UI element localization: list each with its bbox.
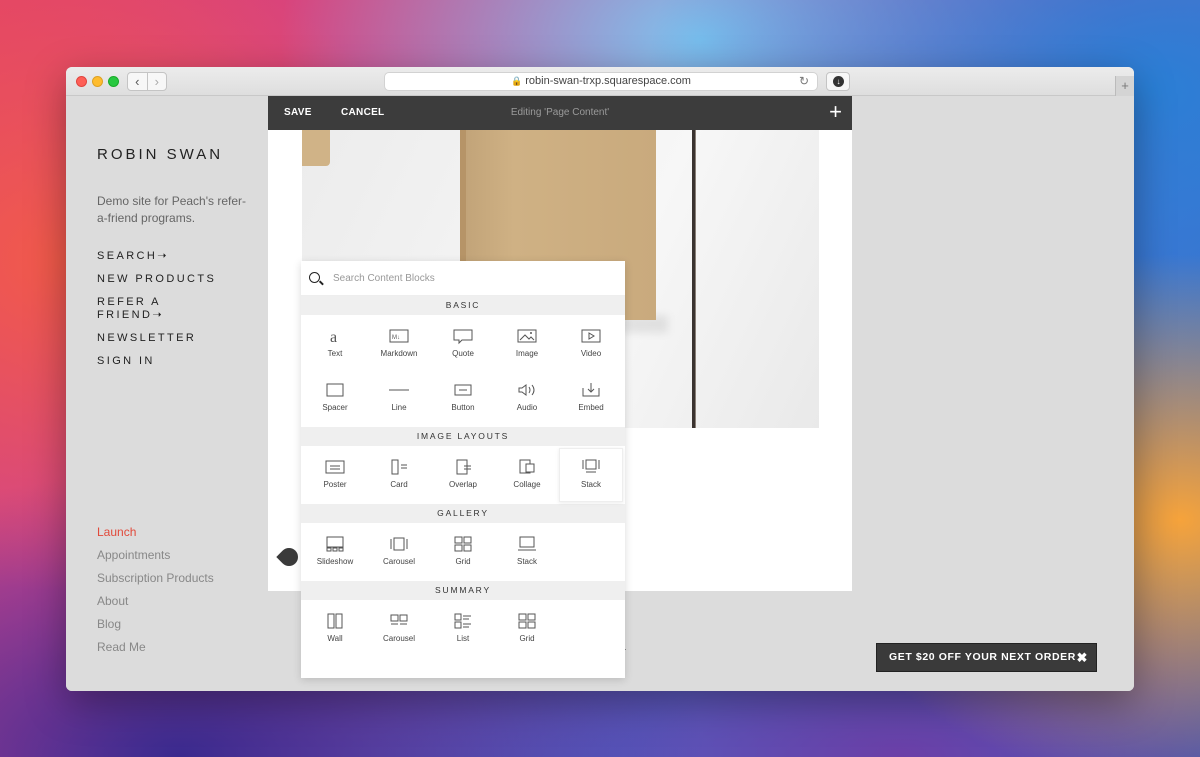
line-icon (389, 389, 409, 391)
url-text: robin-swan-trxp.squarespace.com (525, 75, 691, 87)
nav-read-me[interactable]: Read Me (97, 640, 214, 654)
nav-new-products[interactable]: NEW PRODUCTS (97, 273, 257, 286)
block-audio[interactable]: Audio (495, 371, 559, 425)
summary-carousel-icon (390, 614, 408, 625)
nav-search[interactable]: SEARCH➝ (97, 250, 257, 263)
picker-search (301, 261, 625, 296)
address-bar[interactable]: 🔒 robin-swan-trxp.squarespace.com ↻ (384, 72, 818, 91)
section-header-basic: BASIC (301, 296, 625, 315)
block-image[interactable]: Image (495, 317, 559, 371)
slideshow-icon (326, 536, 344, 552)
stack-gallery-icon (518, 536, 536, 551)
section-header-gallery: GALLERY (301, 504, 625, 523)
block-card[interactable]: Card (367, 448, 431, 502)
block-spacer[interactable]: Spacer (303, 371, 367, 425)
block-stack-gallery[interactable]: Stack (495, 525, 559, 579)
image-icon (517, 329, 537, 343)
nav-subscription-products[interactable]: Subscription Products (97, 571, 214, 585)
editing-title: Editing 'Page Content' (510, 107, 610, 118)
block-list[interactable]: List (431, 602, 495, 656)
wall-icon (327, 613, 343, 629)
card-icon (391, 459, 407, 475)
search-input[interactable] (333, 269, 613, 287)
block-markdown[interactable]: M↓ Markdown (367, 317, 431, 371)
site-title[interactable]: ROBIN SWAN (97, 146, 227, 164)
forward-button[interactable]: › (146, 73, 167, 90)
block-stack-layout[interactable]: Stack (559, 448, 623, 502)
browser-titlebar: ‹ › 🔒 robin-swan-trxp.squarespace.com ↻ ↓… (66, 67, 1134, 96)
overlap-icon (456, 459, 471, 475)
block-overlap[interactable]: Overlap (431, 448, 495, 502)
site-page: ROBIN SWAN Demo site for Peach's refer-a… (66, 96, 1134, 691)
gallery-blocks: Slideshow Carousel Grid Stack (301, 523, 625, 581)
summary-grid-icon (518, 613, 536, 629)
site-description: Demo site for Peach's refer-a-friend pro… (97, 194, 247, 225)
nav-newsletter[interactable]: NEWSLETTER (97, 332, 257, 345)
stack-layout-icon (582, 459, 600, 473)
block-button[interactable]: Button (431, 371, 495, 425)
download-icon: ↓ (833, 76, 844, 87)
poster-icon (325, 460, 345, 474)
block-slideshow[interactable]: Slideshow (303, 525, 367, 579)
svg-text:a: a (330, 329, 337, 345)
section-header-image-layouts: IMAGE LAYOUTS (301, 427, 625, 446)
editor-toolbar: SAVE CANCEL Editing 'Page Content' + (268, 96, 852, 130)
nav-launch[interactable]: Launch (97, 525, 214, 539)
content-block-picker: BASIC a Text M↓ Markdown Quote Image (301, 261, 625, 678)
block-carousel-gallery[interactable]: Carousel (367, 525, 431, 579)
promo-text: GET $20 OFF YOUR NEXT ORDER (889, 651, 1076, 663)
minimize-window-button[interactable] (92, 76, 103, 87)
summary-blocks: Wall Carousel List Grid (301, 600, 625, 658)
history-nav: ‹ › (127, 72, 167, 91)
lock-icon: 🔒 (511, 76, 523, 86)
add-block-button[interactable]: + (829, 101, 842, 123)
block-text[interactable]: a Text (303, 317, 367, 371)
svg-text:M↓: M↓ (392, 335, 400, 341)
block-line[interactable]: Line (367, 371, 431, 425)
markdown-icon: M↓ (389, 329, 409, 343)
button-icon (454, 384, 472, 396)
back-button[interactable]: ‹ (128, 73, 147, 90)
video-icon (581, 329, 601, 343)
basic-blocks: a Text M↓ Markdown Quote Image Video Spa… (301, 315, 625, 427)
section-header-summary: SUMMARY (301, 581, 625, 600)
nav-blog[interactable]: Blog (97, 617, 214, 631)
audio-icon (518, 384, 535, 396)
embed-icon (582, 383, 600, 397)
block-video[interactable]: Video (559, 317, 623, 371)
nav-sign-in[interactable]: SIGN IN (97, 355, 257, 368)
nav-refer-a-friend[interactable]: REFER A FRIEND➝ (97, 296, 187, 322)
quote-icon (453, 329, 473, 345)
block-wall[interactable]: Wall (303, 602, 367, 656)
downloads-button[interactable]: ↓ (826, 72, 850, 91)
close-icon[interactable]: ✖ (1077, 644, 1089, 671)
block-collage[interactable]: Collage (495, 448, 559, 502)
block-grid-gallery[interactable]: Grid (431, 525, 495, 579)
text-icon: a (330, 329, 337, 345)
collage-icon (519, 459, 535, 474)
nav-about[interactable]: About (97, 594, 214, 608)
secondary-nav: Launch Appointments Subscription Product… (97, 525, 214, 663)
list-icon (454, 613, 471, 629)
block-carousel-summary[interactable]: Carousel (367, 602, 431, 656)
close-window-button[interactable] (76, 76, 87, 87)
grid-icon (454, 536, 472, 552)
block-quote[interactable]: Quote (431, 317, 495, 371)
new-tab-button[interactable]: + (1115, 76, 1134, 96)
search-icon (309, 272, 320, 283)
zoom-window-button[interactable] (108, 76, 119, 87)
block-embed[interactable]: Embed (559, 371, 623, 425)
block-poster[interactable]: Poster (303, 448, 367, 502)
image-layout-blocks: Poster Card Overlap Collage Stack (301, 446, 625, 504)
nav-appointments[interactable]: Appointments (97, 548, 214, 562)
block-grid-summary[interactable]: Grid (495, 602, 559, 656)
browser-window: ‹ › 🔒 robin-swan-trxp.squarespace.com ↻ ↓… (66, 67, 1134, 691)
carousel-icon (390, 537, 408, 551)
promo-banner[interactable]: GET $20 OFF YOUR NEXT ORDER ✖ (876, 643, 1097, 672)
reload-icon[interactable]: ↻ (799, 73, 809, 90)
spacer-icon (326, 383, 344, 397)
main-nav: SEARCH➝ NEW PRODUCTS REFER A FRIEND➝ NEW… (97, 250, 257, 378)
